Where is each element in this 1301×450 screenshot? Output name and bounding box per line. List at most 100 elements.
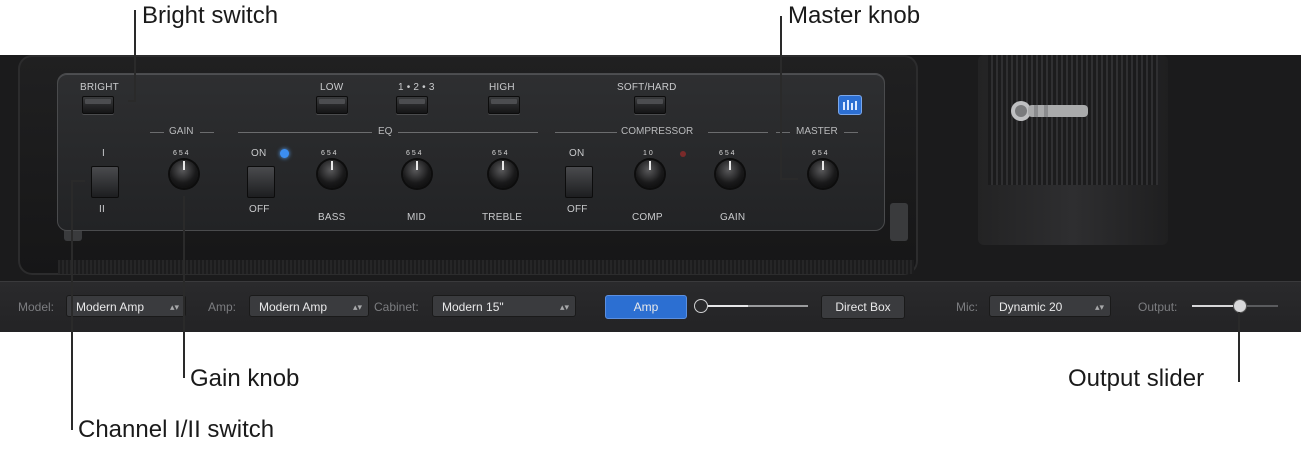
updown-arrows-icon: ▴▾ bbox=[352, 302, 362, 312]
low-switch[interactable] bbox=[316, 96, 348, 114]
eq-on-off-switch[interactable] bbox=[247, 166, 275, 198]
amp-grille bbox=[58, 260, 914, 274]
gain-knob-callout: Gain knob bbox=[190, 365, 300, 392]
model-value: Modern Amp bbox=[76, 300, 145, 314]
amp-designer-panel: BRIGHT LOW 1 • 2 • 3 HIGH SOFT/HARD GAIN… bbox=[0, 55, 1301, 332]
master-knob-callout: Master knob bbox=[788, 2, 921, 29]
soft-hard-label: SOFT/HARD bbox=[617, 82, 677, 93]
control-plate: BRIGHT LOW 1 • 2 • 3 HIGH SOFT/HARD GAIN… bbox=[57, 73, 885, 231]
eq-rule-left bbox=[238, 132, 372, 133]
comp-rule-left bbox=[555, 132, 617, 133]
bright-leader-h bbox=[128, 100, 136, 102]
speaker-cabinet bbox=[978, 55, 1168, 245]
treble-knob[interactable]: 6 5 4 bbox=[475, 146, 531, 202]
updown-arrows-icon: ▴▾ bbox=[169, 302, 179, 312]
mode-label: 1 • 2 • 3 bbox=[398, 82, 435, 93]
cabinet-value: Modern 15" bbox=[442, 300, 504, 314]
low-label: LOW bbox=[320, 82, 344, 93]
comp-gain-label: GAIN bbox=[720, 212, 746, 223]
model-label: Model: bbox=[18, 300, 55, 314]
master-section-label: MASTER bbox=[796, 126, 838, 137]
mic-popup[interactable]: Dynamic 20 ▴▾ bbox=[989, 295, 1111, 317]
high-label: HIGH bbox=[489, 82, 515, 93]
bright-label: BRIGHT bbox=[80, 82, 119, 93]
gain-rule-left bbox=[150, 132, 164, 133]
mic-label: Mic: bbox=[956, 300, 978, 314]
eq-off-label: OFF bbox=[249, 204, 270, 215]
eq-on-label: ON bbox=[251, 148, 267, 159]
gain-knob-scale: 6 5 4 bbox=[173, 150, 189, 157]
comp-on-label: ON bbox=[569, 148, 585, 159]
channel-i-label: I bbox=[102, 148, 105, 159]
model-popup[interactable]: Modern Amp ▴▾ bbox=[66, 295, 186, 317]
master-rule-left bbox=[776, 132, 790, 133]
channel-switch-callout: Channel I/II switch bbox=[78, 416, 275, 443]
direct-box-button[interactable]: Direct Box bbox=[821, 295, 905, 319]
channel-leader-v bbox=[71, 180, 73, 430]
master-leader-v bbox=[780, 16, 782, 180]
mode-switch[interactable] bbox=[396, 96, 428, 114]
blend-slider-thumb[interactable] bbox=[694, 299, 708, 313]
mid-knob-cap bbox=[403, 160, 431, 188]
eq-section-label: EQ bbox=[378, 126, 393, 137]
high-switch[interactable] bbox=[488, 96, 520, 114]
comp-rule-right bbox=[708, 132, 768, 133]
compressor-on-off-switch[interactable] bbox=[565, 166, 593, 198]
compressor-section-label: COMPRESSOR bbox=[621, 126, 694, 137]
master-leader-h bbox=[780, 178, 798, 180]
master-knob[interactable]: 6 5 4 bbox=[795, 146, 851, 202]
eq-rule-right bbox=[398, 132, 538, 133]
bass-knob-scale: 6 5 4 bbox=[321, 150, 337, 157]
comp-off-label: OFF bbox=[567, 204, 588, 215]
bass-label: BASS bbox=[318, 212, 346, 223]
eq-bars-icon[interactable] bbox=[838, 95, 862, 115]
treble-knob-scale: 6 5 4 bbox=[492, 150, 508, 157]
master-knob-cap bbox=[809, 160, 837, 188]
output-slider[interactable] bbox=[1192, 298, 1278, 314]
output-leader bbox=[1238, 312, 1240, 382]
gain-knob[interactable]: 6 5 4 bbox=[156, 146, 212, 202]
updown-arrows-icon: ▴▾ bbox=[559, 302, 569, 312]
output-slider-callout: Output slider bbox=[1068, 365, 1205, 392]
plate-foot-right bbox=[890, 203, 908, 241]
channel-ii-label: II bbox=[99, 204, 105, 215]
comp-knob-cap bbox=[636, 160, 664, 188]
gain-section-label: GAIN bbox=[169, 126, 194, 137]
cabinet-popup[interactable]: Modern 15" ▴▾ bbox=[432, 295, 576, 317]
soft-hard-switch[interactable] bbox=[634, 96, 666, 114]
mid-label: MID bbox=[407, 212, 426, 223]
comp-led bbox=[680, 151, 686, 157]
bright-switch[interactable] bbox=[82, 96, 114, 114]
treble-label: TREBLE bbox=[482, 212, 523, 223]
mic-value: Dynamic 20 bbox=[999, 300, 1063, 314]
microphone-icon[interactable] bbox=[1010, 100, 1090, 122]
eq-on-led bbox=[280, 149, 289, 158]
gain-leader bbox=[183, 196, 185, 378]
comp-gain-knob-scale: 6 5 4 bbox=[719, 150, 735, 157]
comp-gain-knob[interactable]: 6 5 4 bbox=[702, 146, 758, 202]
treble-knob-cap bbox=[489, 160, 517, 188]
bright-leader-v bbox=[134, 10, 136, 100]
mid-knob[interactable]: 6 5 4 bbox=[389, 146, 445, 202]
comp-label: COMP bbox=[632, 212, 663, 223]
amp-button[interactable]: Amp bbox=[605, 295, 687, 319]
output-label: Output: bbox=[1138, 300, 1178, 314]
blend-slider[interactable] bbox=[694, 298, 812, 314]
bass-knob[interactable]: 6 5 4 bbox=[304, 146, 360, 202]
amp-value: Modern Amp bbox=[259, 300, 328, 314]
mid-knob-scale: 6 5 4 bbox=[406, 150, 422, 157]
output-slider-fill bbox=[1192, 305, 1240, 307]
comp-knob[interactable]: 1 0 bbox=[622, 146, 678, 202]
master-rule-right bbox=[844, 132, 858, 133]
gain-knob-cap bbox=[170, 160, 198, 188]
comp-knob-scale: 1 0 bbox=[643, 150, 653, 157]
output-slider-thumb[interactable] bbox=[1233, 299, 1248, 313]
channel-switch[interactable] bbox=[91, 166, 119, 198]
channel-leader-h bbox=[71, 180, 85, 182]
bass-knob-cap bbox=[318, 160, 346, 188]
comp-gain-knob-cap bbox=[716, 160, 744, 188]
cabinet-label: Cabinet: bbox=[374, 300, 419, 314]
updown-arrows-icon: ▴▾ bbox=[1094, 302, 1104, 312]
amp-popup[interactable]: Modern Amp ▴▾ bbox=[249, 295, 369, 317]
gain-rule-right bbox=[200, 132, 214, 133]
